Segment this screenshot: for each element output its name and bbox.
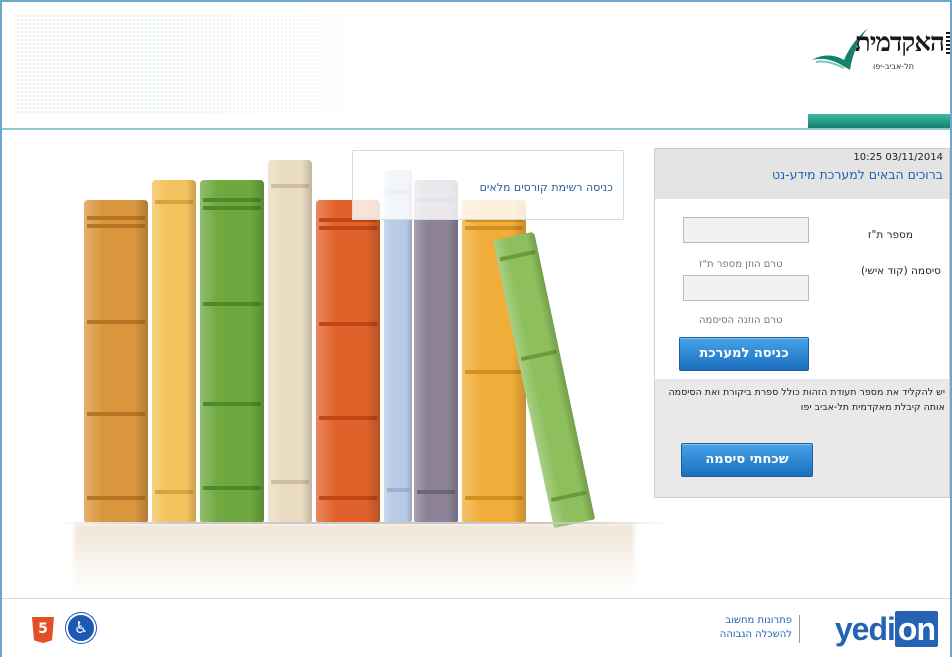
login-datetime: 10:25 03/11/2014: [853, 152, 943, 163]
yedion-wordmark: yedion: [835, 611, 938, 647]
book-green: [200, 180, 264, 522]
book-orange: [84, 200, 148, 522]
logo-bars-icon: [946, 32, 950, 54]
logo-subtitle: תל-אביב-יפו: [873, 62, 914, 71]
login-panel: 10:25 03/11/2014 ברוכים הבאים למערכת מיד…: [654, 148, 950, 498]
yedion-tagline-1: פתרונות מחשוב: [725, 615, 792, 626]
login-info-area: יש להקליד את מספר תעודת הזהות כולל ספרת …: [655, 379, 949, 497]
books-reflection: [74, 524, 634, 594]
login-title: ברוכים הבאים למערכת מידע-נט: [771, 167, 943, 182]
yedion-separator: [799, 615, 800, 643]
password-hint: טרם הוזנה הסיסמה: [699, 315, 783, 326]
id-label: מספר ת"ז: [867, 229, 913, 241]
password-label: סיסמה (קוד אישי): [860, 265, 941, 277]
book-purple: [414, 180, 458, 522]
logo-text: האקדמית: [854, 28, 945, 58]
html5-icon: 5: [32, 617, 54, 643]
yedion-brand-on: on: [894, 611, 938, 647]
course-list-box: כניסה רשימת קורסים מלאים: [352, 150, 624, 220]
yedion-brand-text: yedi: [834, 611, 896, 647]
login-instructions: יש להקליד את מספר תעודת הזהות כולל ספרת …: [668, 387, 945, 413]
wheelchair-icon[interactable]: ♿: [66, 613, 96, 643]
header-accent-bar: [808, 114, 950, 128]
academic-logo[interactable]: האקדמית תל-אביב-יפו: [810, 24, 950, 88]
course-list-link[interactable]: כניסה רשימת קורסים מלאים: [480, 181, 613, 194]
book-cream: [268, 160, 312, 522]
book-lightblue: [384, 170, 413, 522]
login-header: 10:25 03/11/2014 ברוכים הבאים למערכת מיד…: [655, 149, 949, 199]
forgot-password-button[interactable]: שכחתי סיסמה: [681, 443, 813, 477]
page-frame: האקדמית תל-אביב-יפו כניסה רשימת קורסים מ…: [0, 0, 952, 657]
shelf-line: [54, 522, 674, 524]
login-button[interactable]: כניסה למערכת: [679, 337, 809, 371]
id-hint: טרם הוזן מספר ת"ז: [699, 259, 783, 270]
header-dot-pattern: [16, 14, 376, 114]
book-red: [316, 200, 380, 522]
book-yellow: [152, 180, 196, 522]
main-content: כניסה רשימת קורסים מלאים 10:25 03/11/201…: [14, 134, 950, 594]
footer: 5 ♿ yedion פתרונות מחשוב להשכלה הגבוהה: [2, 598, 950, 657]
yedion-tagline-2: להשכלה הגבוהה: [719, 629, 792, 640]
header-divider: [2, 128, 950, 130]
password-input[interactable]: [683, 275, 809, 301]
id-input[interactable]: [683, 217, 809, 243]
header: האקדמית תל-אביב-יפו: [2, 2, 950, 128]
